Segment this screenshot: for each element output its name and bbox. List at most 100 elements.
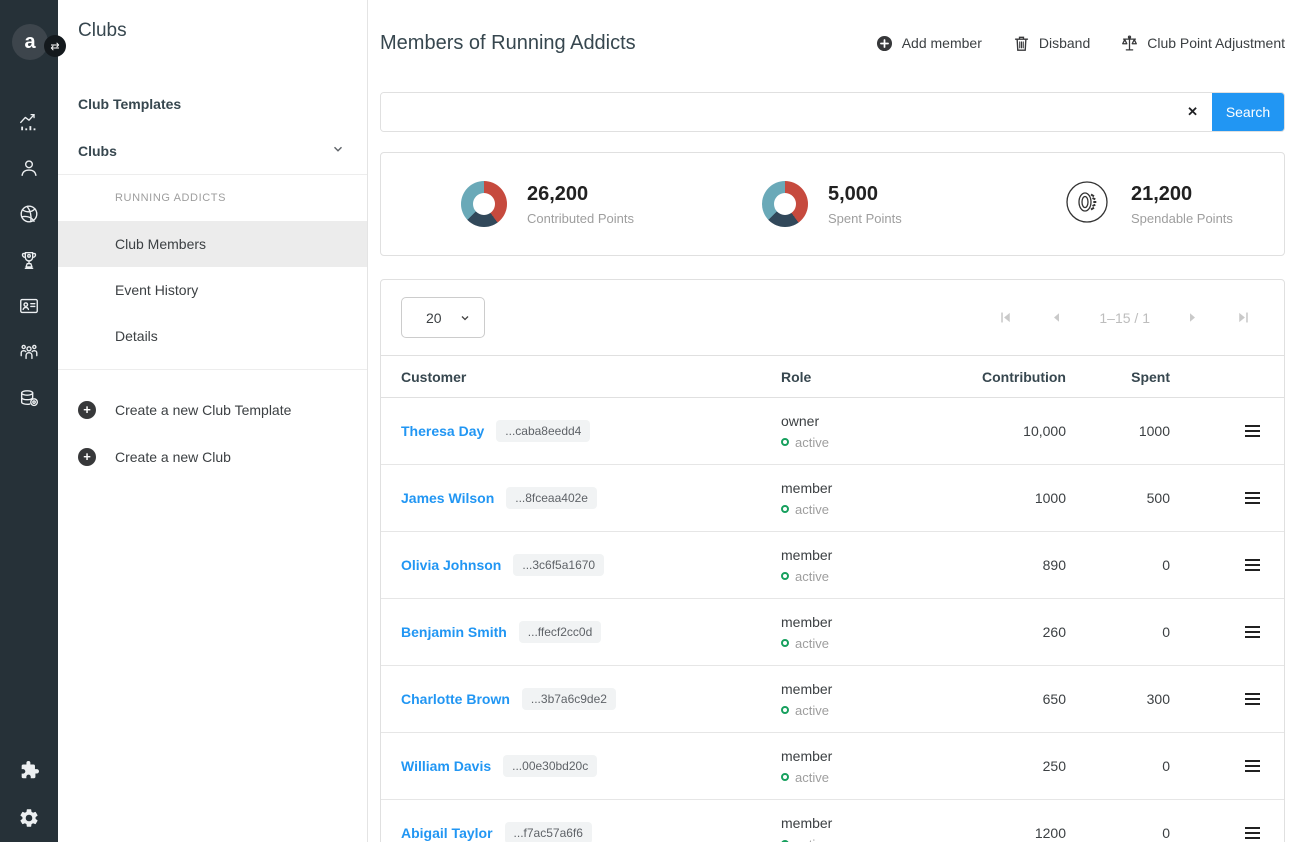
page-size-value: 20: [426, 310, 442, 326]
member-contribution: 260: [981, 624, 1066, 640]
create-club-template-button[interactable]: + Create a new Club Template: [58, 386, 367, 433]
member-id-badge: ...3b7a6c9de2: [522, 688, 616, 710]
row-menu-button[interactable]: [1242, 488, 1262, 508]
pagination: 1–15 / 1: [997, 309, 1264, 326]
table-row: James Wilson ...8fceaa402e member active…: [381, 465, 1284, 532]
sidebar-item-club-templates[interactable]: Club Templates: [58, 80, 367, 127]
page-size-select[interactable]: 20: [401, 297, 485, 338]
prev-page-button[interactable]: [1048, 309, 1065, 326]
member-role: member: [781, 614, 981, 630]
customers-icon[interactable]: [18, 157, 40, 179]
donut-chart-icon: [762, 181, 808, 227]
stat-value: 21,200: [1131, 183, 1233, 206]
row-menu-button[interactable]: [1242, 689, 1262, 709]
active-status-icon: [781, 572, 789, 580]
groups-icon[interactable]: [18, 341, 40, 363]
member-role: member: [781, 748, 981, 764]
stat-label: Spent Points: [828, 211, 902, 226]
member-status: active: [795, 636, 829, 651]
sidebar-item-label: Clubs: [78, 143, 117, 159]
id-card-icon[interactable]: [18, 295, 40, 317]
app-logo[interactable]: a ⇄: [0, 22, 58, 66]
sidebar: Clubs Club Templates Clubs RUNNING ADDIC…: [58, 0, 368, 842]
member-name-link[interactable]: Theresa Day: [401, 423, 484, 439]
member-name-link[interactable]: James Wilson: [401, 490, 494, 506]
member-contribution: 1200: [981, 825, 1066, 841]
stat-value: 5,000: [828, 183, 902, 206]
club-point-adjustment-button[interactable]: Club Point Adjustment: [1120, 34, 1285, 53]
sidebar-item-clubs[interactable]: Clubs: [58, 127, 367, 174]
member-contribution: 250: [981, 758, 1066, 774]
member-spent: 0: [1066, 624, 1170, 640]
row-menu-button[interactable]: [1242, 421, 1262, 441]
settings-gear-icon[interactable]: [18, 807, 40, 829]
stat-label: Contributed Points: [527, 211, 634, 226]
member-spent: 0: [1066, 758, 1170, 774]
hamburger-menu-icon: [1245, 698, 1260, 700]
stat-value: 26,200: [527, 183, 634, 206]
sidebar-item-event-history[interactable]: Event History: [58, 267, 367, 313]
active-status-icon: [781, 438, 789, 446]
search-clear-button[interactable]: ✕: [1173, 93, 1212, 131]
search-input[interactable]: [381, 93, 1173, 131]
member-name-link[interactable]: William Davis: [401, 758, 491, 774]
create-club-button[interactable]: + Create a new Club: [58, 433, 367, 480]
member-status: active: [795, 837, 829, 842]
member-status: active: [795, 703, 829, 718]
row-menu-button[interactable]: [1242, 622, 1262, 642]
column-header-contribution: Contribution: [981, 369, 1066, 385]
active-status-icon: [781, 773, 789, 781]
table-row: William Davis ...00e30bd20c member activ…: [381, 733, 1284, 800]
puzzle-icon[interactable]: [18, 759, 40, 781]
column-header-spent: Spent: [1066, 369, 1170, 385]
member-id-badge: ...3c6f5a1670: [513, 554, 604, 576]
add-member-button[interactable]: Add member: [875, 34, 982, 53]
club-points-summary-card: 26,200 Contributed Points 5,000 Spent Po…: [380, 152, 1285, 256]
spent-points-stat: 5,000 Spent Points: [682, 181, 983, 227]
hamburger-menu-icon: [1245, 430, 1260, 432]
first-page-button[interactable]: [997, 309, 1014, 326]
search-button[interactable]: Search: [1212, 93, 1284, 131]
sidebar-subitem-label: Details: [115, 328, 158, 344]
row-menu-button[interactable]: [1242, 756, 1262, 776]
action-label: Disband: [1039, 35, 1090, 51]
coin-stack-icon[interactable]: [18, 387, 40, 409]
sidebar-subitem-label: Club Members: [115, 236, 206, 252]
plus-circle-icon: +: [78, 448, 96, 466]
sidebar-item-label: Club Templates: [78, 96, 181, 112]
next-page-button[interactable]: [1184, 309, 1201, 326]
page-range: 1–15 / 1: [1099, 310, 1150, 326]
row-menu-button[interactable]: [1242, 555, 1262, 575]
trophy-icon[interactable]: [18, 249, 40, 271]
member-name-link[interactable]: Abigail Taylor: [401, 825, 493, 841]
row-menu-button[interactable]: [1242, 823, 1262, 842]
sidebar-title: Clubs: [58, 20, 367, 42]
active-status-icon: [781, 505, 789, 513]
sidebar-item-club-members[interactable]: Club Members: [58, 221, 367, 267]
member-status: active: [795, 770, 829, 785]
member-name-link[interactable]: Charlotte Brown: [401, 691, 510, 707]
disband-button[interactable]: Disband: [1012, 34, 1090, 53]
brand-logo-letter[interactable]: a: [12, 24, 48, 60]
member-id-badge: ...ffecf2cc0d: [519, 621, 601, 643]
member-id-badge: ...8fceaa402e: [506, 487, 597, 509]
table-body: Theresa Day ...caba8eedd4 owner active 1…: [381, 398, 1284, 842]
action-label: Club Point Adjustment: [1147, 35, 1285, 51]
trash-icon: [1012, 34, 1031, 53]
coin-icon: [1063, 178, 1111, 231]
member-spent: 0: [1066, 825, 1170, 841]
ball-icon[interactable]: [18, 203, 40, 225]
analytics-icon[interactable]: [18, 111, 40, 133]
create-action-label: Create a new Club Template: [115, 402, 291, 418]
sidebar-item-details[interactable]: Details: [58, 313, 367, 359]
hamburger-menu-icon: [1245, 497, 1260, 499]
member-name-link[interactable]: Benjamin Smith: [401, 624, 507, 640]
member-role: member: [781, 547, 981, 563]
last-page-button[interactable]: [1235, 309, 1252, 326]
member-name-link[interactable]: Olivia Johnson: [401, 557, 501, 573]
workspace-switch-icon[interactable]: ⇄: [44, 35, 66, 57]
member-spent: 1000: [1066, 423, 1170, 439]
main-content: Members of Running Addicts Add member Di…: [368, 0, 1300, 842]
balance-scale-icon: [1120, 34, 1139, 53]
table-row: Theresa Day ...caba8eedd4 owner active 1…: [381, 398, 1284, 465]
